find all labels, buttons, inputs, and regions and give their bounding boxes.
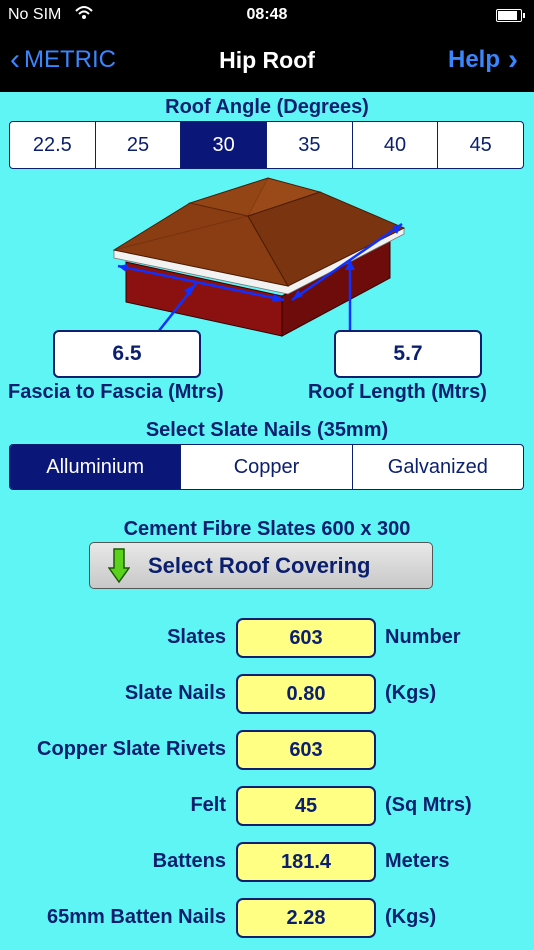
result-unit: (Sq Mtrs) (385, 794, 472, 816)
result-label: Felt (190, 794, 226, 816)
roof-length-label: Roof Length (Mtrs) (308, 381, 487, 403)
result-value: 45 (236, 786, 376, 826)
nails-option-alluminium[interactable]: Alluminium (10, 445, 181, 489)
help-button-label: Help (447, 46, 500, 73)
angle-option-35[interactable]: 35 (266, 122, 352, 168)
chevron-right-icon: › (508, 43, 518, 76)
result-label: Slates (167, 626, 226, 648)
battery-icon (496, 9, 525, 22)
result-value: 603 (236, 618, 376, 658)
covering-title: Cement Fibre Slates 600 x 300 (123, 518, 411, 540)
select-roof-covering-label: Select Roof Covering (148, 552, 371, 578)
result-row-slates: Slates 603 Number (0, 618, 534, 658)
result-unit: (Kgs) (385, 906, 437, 928)
result-unit: (Kgs) (385, 682, 437, 704)
fascia-to-fascia-input[interactable]: 6.5 (53, 330, 201, 378)
result-label: 65mm Batten Nails (47, 906, 226, 928)
angle-option-22-5[interactable]: 22.5 (10, 122, 95, 168)
status-bar: No SIM 08:48 (0, 0, 534, 30)
hip-roof-illustration (112, 177, 406, 337)
result-row-slate-nails: Slate Nails 0.80 (Kgs) (0, 674, 534, 714)
result-label: Slate Nails (124, 682, 226, 704)
fascia-to-fascia-label: Fascia to Fascia (Mtrs) (8, 381, 224, 403)
angle-option-40[interactable]: 40 (351, 122, 438, 168)
result-value: 603 (236, 730, 376, 770)
result-label: Copper Slate Rivets (37, 738, 226, 760)
result-row-batten-nails: 65mm Batten Nails 2.28 (Kgs) (0, 898, 534, 938)
result-row-copper-slate-rivets: Copper Slate Rivets 603 (0, 730, 534, 770)
angle-option-30[interactable]: 30 (180, 122, 267, 168)
angle-option-45[interactable]: 45 (437, 122, 523, 168)
slate-nails-label: Select Slate Nails (35mm) (145, 419, 389, 441)
roof-angle-selector: 22.5 25 30 35 40 45 (9, 121, 524, 169)
clock: 08:48 (246, 6, 288, 23)
angle-option-25[interactable]: 25 (94, 122, 181, 168)
nails-option-galvanized[interactable]: Galvanized (351, 445, 523, 489)
help-button[interactable]: Help › (447, 43, 518, 76)
result-row-felt: Felt 45 (Sq Mtrs) (0, 786, 534, 826)
result-value: 2.28 (236, 898, 376, 938)
result-value: 181.4 (236, 842, 376, 882)
roof-length-input[interactable]: 5.7 (334, 330, 482, 378)
result-unit: Meters (385, 850, 450, 872)
roof-angle-label: Roof Angle (Degrees) (165, 96, 369, 118)
select-roof-covering-button[interactable]: Select Roof Covering (89, 542, 433, 589)
result-row-battens: Battens 181.4 Meters (0, 842, 534, 882)
result-unit: Number (385, 626, 461, 648)
navigation-bar: ‹ METRIC Hip Roof Help › (0, 30, 534, 92)
result-value: 0.80 (236, 674, 376, 714)
nails-option-copper[interactable]: Copper (180, 445, 351, 489)
arrow-down-icon (108, 547, 130, 583)
slate-nails-selector: Alluminium Copper Galvanized (9, 444, 524, 490)
result-label: Battens (152, 850, 226, 872)
